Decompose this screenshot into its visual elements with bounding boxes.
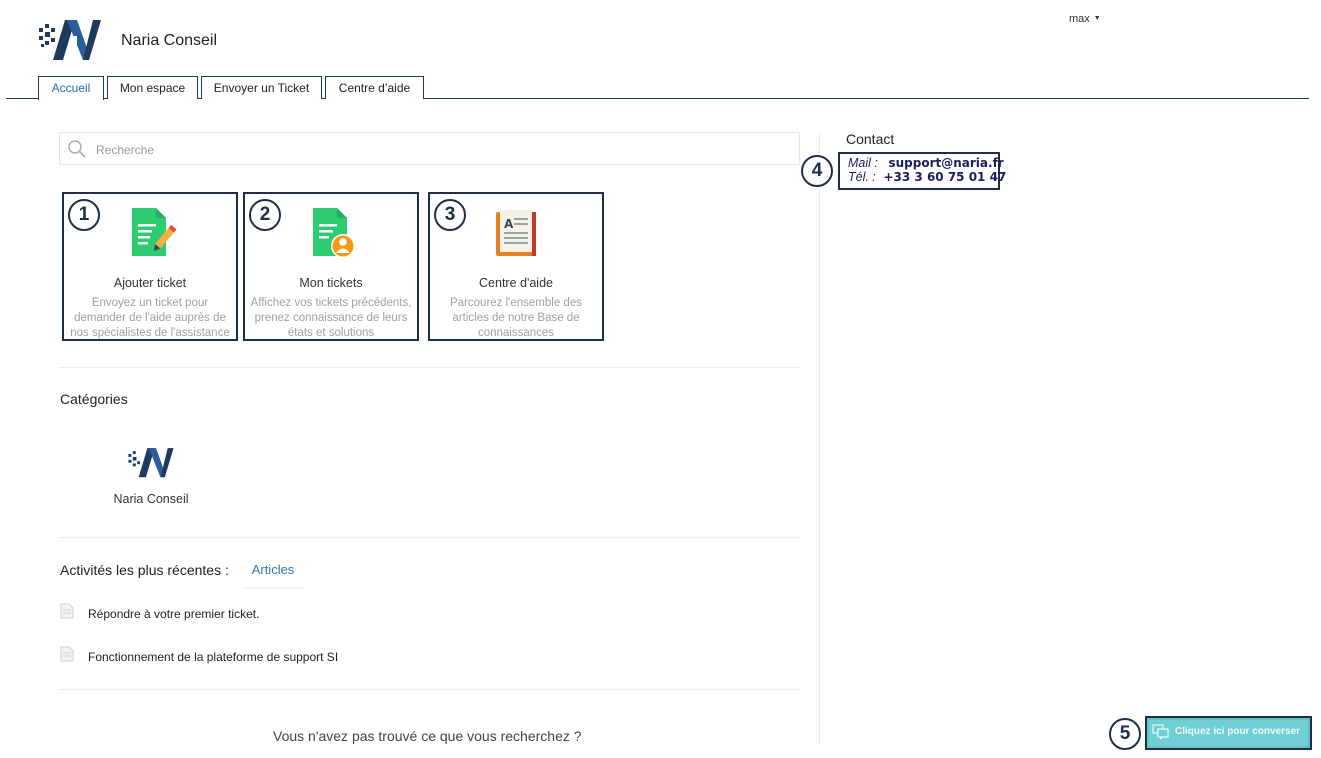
chat-button-label: Cliquez ici pour converser <box>1175 726 1301 737</box>
document-user-icon <box>313 208 355 258</box>
open-book-icon: A <box>496 210 536 256</box>
tab-accueil[interactable]: Accueil <box>38 76 104 100</box>
tab-envoyer-ticket[interactable]: Envoyer un Ticket <box>201 76 322 99</box>
annotation-badge: 5 <box>1109 718 1141 750</box>
card-title: Mon tickets <box>299 276 363 290</box>
user-name: max <box>1069 13 1090 25</box>
tab-centre-aide[interactable]: Centre d’aide <box>325 76 424 99</box>
document-icon <box>60 646 74 662</box>
user-menu[interactable]: max ▼ <box>1069 13 1101 25</box>
card-description: Envoyez un ticket pour demander de l'aid… <box>70 297 230 339</box>
card-mon-tickets[interactable]: 2 Mon tickets Affichez vos tickets précé… <box>243 192 419 341</box>
card-ajouter-ticket[interactable]: 1 Ajouter ticket Envoyez un ticket pour … <box>62 192 238 341</box>
card-description: Affichez vos tickets précédents, prenez … <box>250 297 412 339</box>
svg-text:A: A <box>504 217 514 231</box>
annotation-badge: 1 <box>68 199 100 231</box>
mail-label: Mail : <box>848 156 878 170</box>
category-label: Naria Conseil <box>113 492 189 506</box>
document-icon <box>60 603 74 619</box>
column-separator <box>819 132 820 744</box>
phone-label: Tél. : <box>848 170 876 184</box>
search-icon <box>68 140 86 158</box>
tab-articles[interactable]: Articles <box>243 562 303 589</box>
activities-title: Activités les plus récentes : <box>60 562 229 578</box>
tab-mon-espace[interactable]: Mon espace <box>107 76 198 99</box>
contact-box: Mail : support@naria.fr Tél. : +33 3 60 … <box>838 152 1006 190</box>
naria-logo-icon <box>39 20 101 60</box>
annotation-badge: 2 <box>249 199 281 231</box>
section-divider <box>59 537 800 538</box>
section-divider <box>59 367 800 368</box>
company-name: Naria Conseil <box>121 32 218 49</box>
mail-link[interactable]: support@naria.fr <box>888 156 1003 170</box>
search-placeholder: Recherche <box>96 143 155 157</box>
card-title: Centre d'aide <box>479 276 553 290</box>
chat-bubbles-icon <box>1152 724 1169 740</box>
not-found-text: Vous n'avez pas trouvé ce que vous reche… <box>273 728 582 744</box>
section-divider <box>59 689 800 690</box>
annotation-badge: 4 <box>801 155 833 187</box>
card-description: Parcourez l'ensemble des articles de not… <box>450 297 582 339</box>
chat-button[interactable]: Cliquez ici pour converser <box>1145 716 1312 750</box>
contact-title: Contact <box>846 131 895 147</box>
card-centre-aide[interactable]: 3 A Centre d'aide Parcourez l'ensemble d… <box>428 192 604 341</box>
phone-number[interactable]: +33 3 60 75 01 47 <box>883 170 1006 184</box>
annotation-badge: 3 <box>434 199 466 231</box>
article-title: Fonctionnement de la plateforme de suppo… <box>88 650 339 664</box>
categories-title: Catégories <box>60 391 128 407</box>
caret-down-icon: ▼ <box>1093 15 1101 22</box>
search-input[interactable]: Recherche <box>59 132 800 165</box>
category-naria-conseil[interactable]: Naria Conseil <box>104 440 198 506</box>
article-title: Répondre à votre premier ticket. <box>88 607 260 621</box>
card-title: Ajouter ticket <box>113 276 187 290</box>
document-pencil-icon <box>132 208 177 256</box>
naria-logo-icon <box>128 448 174 478</box>
